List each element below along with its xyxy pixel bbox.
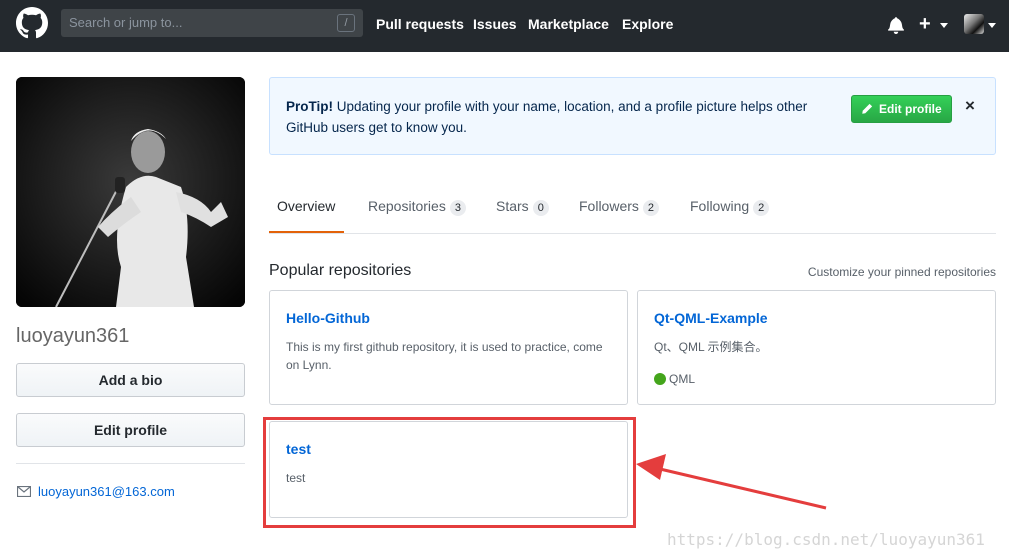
- language-color-dot-icon: [654, 373, 666, 385]
- nav-issues[interactable]: Issues: [473, 16, 517, 32]
- protip-banner: ProTip! Updating your profile with your …: [269, 77, 996, 155]
- github-logo-icon[interactable]: [16, 7, 48, 39]
- tab-stars[interactable]: Stars 0: [496, 198, 549, 216]
- tab-followers[interactable]: Followers 2: [579, 198, 660, 216]
- repo-name-link[interactable]: Qt-QML-Example: [654, 310, 768, 326]
- popular-repositories-title: Popular repositories: [269, 262, 412, 279]
- tab-counter: 3: [449, 200, 466, 216]
- search-input[interactable]: Search or jump to... /: [61, 9, 363, 37]
- tab-overview[interactable]: Overview: [277, 198, 335, 214]
- profile-username: luoyayun361: [16, 325, 130, 347]
- edit-profile-button[interactable]: Edit profile: [16, 413, 245, 447]
- user-menu-avatar[interactable]: [964, 14, 984, 34]
- profile-photo: [16, 77, 245, 307]
- protip-label: ProTip!: [286, 99, 333, 114]
- add-bio-button[interactable]: Add a bio: [16, 363, 245, 397]
- repo-language: QML: [669, 372, 696, 386]
- user-menu-chevron-down-icon[interactable]: [988, 23, 996, 28]
- notifications-bell-icon[interactable]: [888, 16, 904, 34]
- nav-explore[interactable]: Explore: [622, 16, 673, 32]
- tab-counter: 2: [642, 200, 660, 216]
- profile-avatar[interactable]: [16, 77, 245, 307]
- active-tab-underline: [269, 231, 344, 233]
- tab-label: Followers: [579, 198, 639, 214]
- profile-tabs: Overview Repositories 3 Stars 0 Followers 2…: [269, 183, 996, 234]
- customize-pins-link[interactable]: Customize your pinned repositories: [808, 265, 996, 279]
- tab-counter: 2: [753, 200, 770, 216]
- close-icon[interactable]: ×: [965, 96, 975, 116]
- tab-counter: 0: [532, 200, 549, 216]
- protip-text: Updating your profile with your name, lo…: [286, 99, 808, 135]
- slash-shortcut-hint: /: [337, 14, 355, 32]
- protip-message: ProTip! Updating your profile with your …: [286, 96, 846, 138]
- search-placeholder: Search or jump to...: [69, 15, 183, 30]
- repo-card: Hello-Github This is my first github rep…: [269, 290, 628, 405]
- profile-email-link[interactable]: luoyayun361@163.com: [38, 484, 175, 499]
- tab-label: Stars: [496, 198, 529, 214]
- pencil-icon: [862, 103, 873, 114]
- divider: [16, 463, 245, 464]
- watermark-text: https://blog.csdn.net/luoyayun361: [667, 530, 985, 549]
- top-header: Search or jump to... / Pull requests Iss…: [0, 0, 1009, 52]
- tab-label: Repositories: [368, 198, 446, 214]
- tab-label: Overview: [277, 198, 336, 214]
- protip-edit-profile-button[interactable]: Edit profile: [851, 95, 952, 123]
- create-new-plus-icon[interactable]: +: [919, 14, 931, 34]
- tab-following[interactable]: Following 2: [690, 198, 770, 216]
- tab-repositories[interactable]: Repositories 3: [368, 198, 466, 216]
- create-chevron-down-icon[interactable]: [940, 23, 948, 28]
- nav-pull-requests[interactable]: Pull requests: [376, 16, 464, 32]
- tab-label: Following: [690, 198, 750, 214]
- annotation-highlight-box: [263, 417, 636, 528]
- protip-edit-profile-label: Edit profile: [879, 102, 942, 116]
- repo-description: Qt、QML 示例集合。: [654, 340, 768, 354]
- repo-card: Qt-QML-Example Qt、QML 示例集合。 QML: [637, 290, 996, 405]
- mail-icon: [17, 486, 31, 497]
- repo-name-link[interactable]: Hello-Github: [286, 310, 370, 326]
- nav-marketplace[interactable]: Marketplace: [528, 16, 609, 32]
- repo-description: This is my first github repository, it i…: [286, 340, 603, 372]
